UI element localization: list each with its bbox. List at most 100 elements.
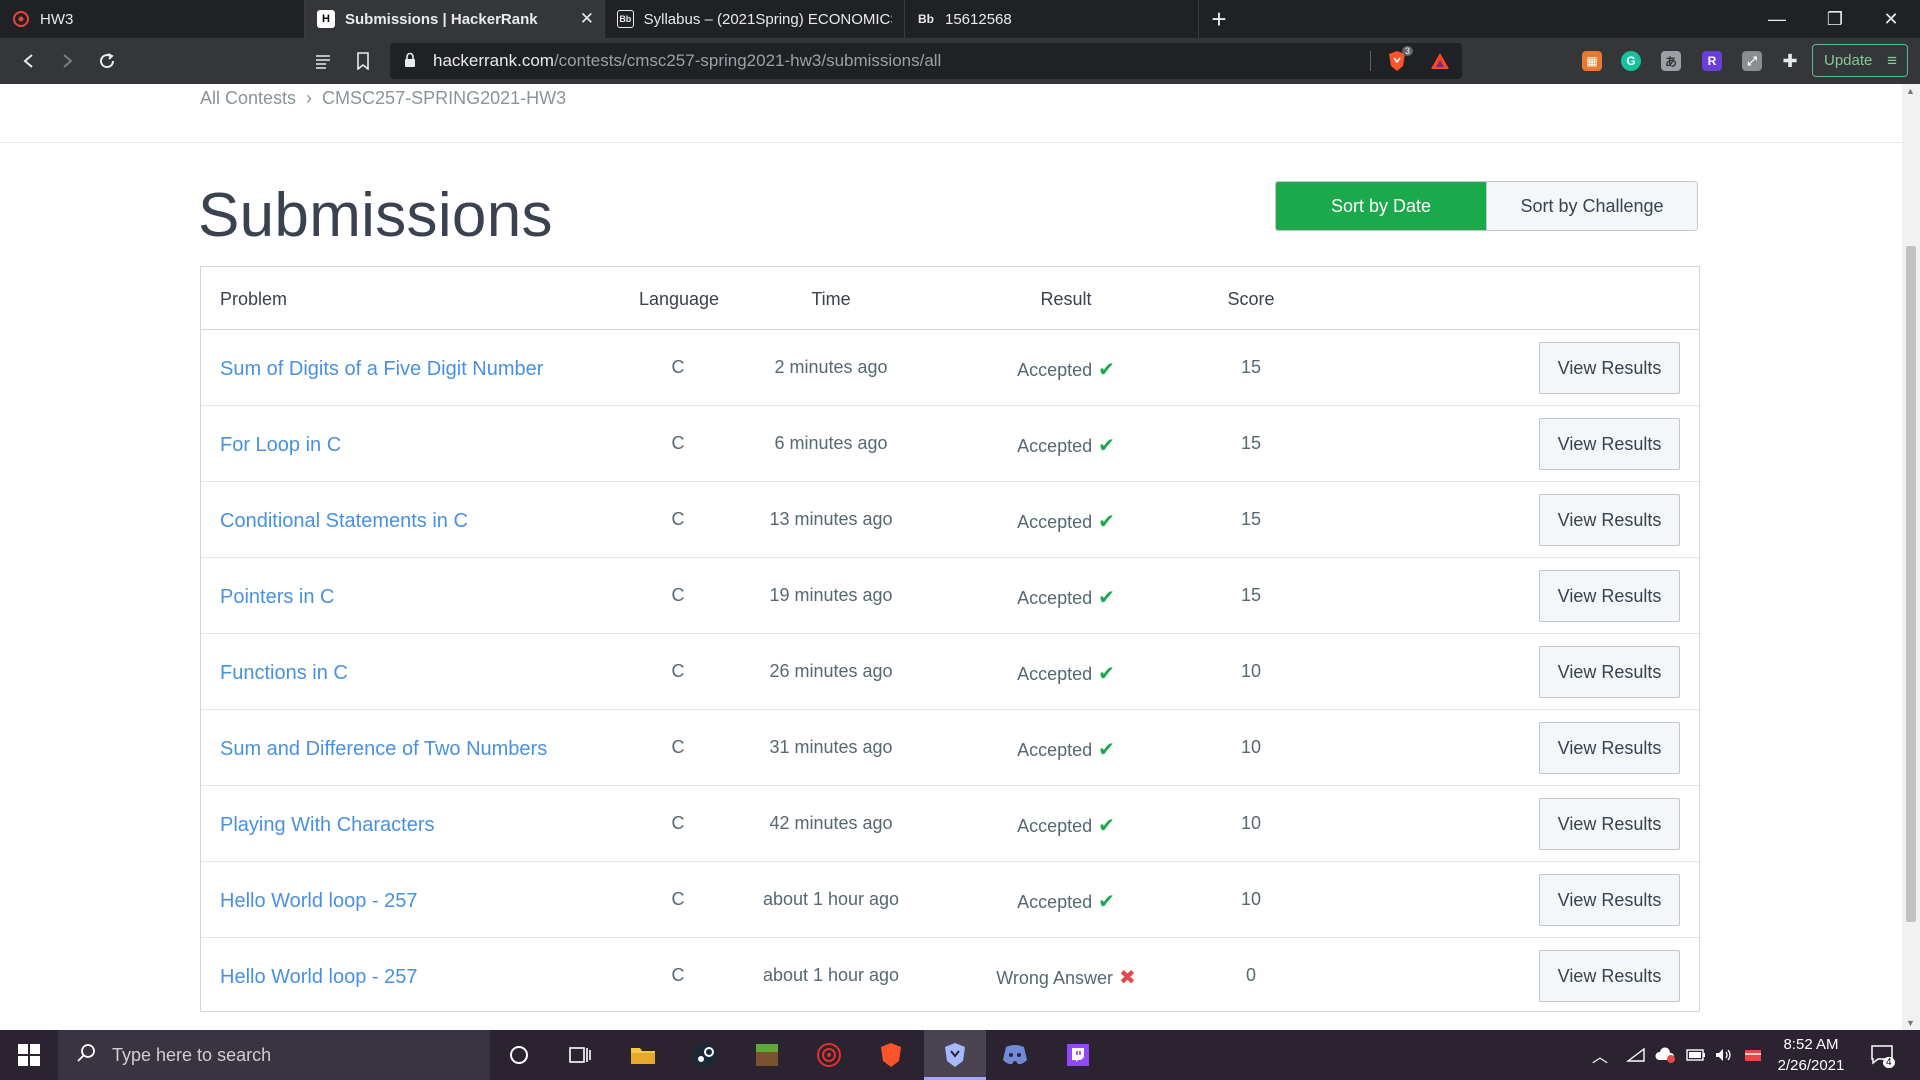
view-results-button[interactable]: View Results [1539, 494, 1680, 546]
reload-icon[interactable] [92, 46, 122, 76]
tab-blackboard-id[interactable]: Bb 15612568 [905, 0, 1199, 38]
breadcrumb-contest[interactable]: CMSC257-SPRING2021-HW3 [322, 88, 566, 109]
action-center-icon[interactable]: 4 [1870, 1030, 1895, 1080]
score-cell: 15 [1240, 585, 1262, 605]
language-cell: C [671, 737, 685, 757]
result-text: Accepted [1017, 740, 1093, 760]
cortana-icon[interactable] [504, 1040, 534, 1070]
windows-start-button[interactable] [0, 1030, 58, 1080]
close-tab-icon[interactable]: ✕ [580, 9, 594, 29]
scroll-down-icon[interactable]: ▼ [1906, 1018, 1915, 1028]
time-cell: about 1 hour ago [762, 965, 900, 985]
view-results-button[interactable]: View Results [1539, 874, 1680, 926]
url-text: hackerrank.com/contests/cmsc257-spring20… [433, 51, 942, 70]
onedrive-icon[interactable] [1654, 1030, 1676, 1080]
table-row: Hello World loop - 257 Cabout 1 hour ago W… [201, 938, 1699, 1014]
problem-link[interactable]: Sum of Digits of a Five Digit Number [220, 358, 543, 381]
checkmark-icon: ✔ [1098, 663, 1115, 685]
volume-icon[interactable] [1714, 1030, 1734, 1080]
show-hidden-icons-icon[interactable]: ︿ [1592, 1030, 1608, 1080]
table-body: Sum of Digits of a Five Digit Number C 2 m… [201, 330, 1699, 1014]
view-results-button[interactable]: View Results [1539, 570, 1680, 622]
view-results-button[interactable]: View Results [1539, 950, 1680, 1002]
forward-icon[interactable] [52, 46, 82, 76]
extensions-puzzle-icon[interactable]: ✚ [1780, 51, 1800, 71]
hw3-favicon-icon [12, 10, 30, 28]
tray-app-icon[interactable] [1744, 1030, 1762, 1080]
score-cell: 10 [1240, 737, 1262, 757]
problem-link[interactable]: Sum and Difference of Two Numbers [220, 738, 547, 761]
clock-time: 8:52 AM [1783, 1036, 1839, 1053]
task-view-icon[interactable] [565, 1040, 595, 1070]
grammarly-icon[interactable]: G [1621, 51, 1641, 71]
system-clock[interactable]: 8:52 AM 2/26/2021 [1766, 1034, 1856, 1076]
view-results-button[interactable]: View Results [1539, 342, 1680, 394]
problem-link[interactable]: Playing With Characters [220, 814, 435, 837]
table-row: Playing With Characters C 42 minutes ago Ac… [201, 786, 1699, 862]
page-scrollbar[interactable]: ▲ ▼ [1902, 84, 1920, 1030]
reader-mode-icon[interactable] [308, 46, 338, 76]
result-text: Wrong Answer [996, 968, 1113, 988]
address-bar[interactable]: hackerrank.com/contests/cmsc257-spring20… [390, 43, 1462, 79]
header-problem: Problem [220, 289, 288, 309]
problem-link[interactable]: Hello World loop - 257 [220, 890, 418, 913]
omnibox-divider [1370, 51, 1371, 71]
extension-purple-icon[interactable]: R [1702, 51, 1722, 71]
minimize-icon[interactable]: — [1748, 0, 1806, 38]
view-results-button[interactable]: View Results [1539, 798, 1680, 850]
steam-icon[interactable] [690, 1040, 720, 1070]
result-cell: Accepted ✔ [966, 889, 1166, 914]
new-tab-button[interactable]: + [1199, 0, 1239, 38]
sort-by-challenge-button[interactable]: Sort by Challenge [1486, 182, 1697, 230]
checkmark-icon: ✔ [1098, 511, 1115, 533]
view-results-button[interactable]: View Results [1539, 722, 1680, 774]
network-icon[interactable] [1626, 1030, 1646, 1080]
time-cell: 26 minutes ago [769, 661, 893, 681]
update-button[interactable]: Update ≡ [1812, 44, 1908, 77]
taskbar-search-box[interactable]: Type here to search [58, 1030, 490, 1080]
language-cell: C [671, 357, 685, 377]
target-app-icon[interactable] [814, 1040, 844, 1070]
extension-gray-icon[interactable]: ⤢ [1742, 51, 1762, 71]
browser-toolbar: hackerrank.com/contests/cmsc257-spring20… [0, 38, 1920, 84]
view-results-button[interactable]: View Results [1539, 418, 1680, 470]
file-explorer-icon[interactable] [628, 1040, 658, 1070]
result-cell: Accepted ✔ [966, 433, 1166, 458]
brave-rewards-icon[interactable] [1430, 51, 1450, 76]
minecraft-icon[interactable] [752, 1040, 782, 1070]
restore-icon[interactable]: ❐ [1806, 0, 1864, 38]
tab-submissions[interactable]: H Submissions | HackerRank ✕ [305, 0, 605, 38]
back-icon[interactable] [14, 46, 44, 76]
result-cell: Wrong Answer ✖ [966, 965, 1166, 990]
bookmark-icon[interactable] [348, 46, 378, 76]
extension-orange-icon[interactable]: ▦ [1582, 51, 1602, 71]
discord-icon[interactable] [1000, 1040, 1030, 1070]
scroll-up-icon[interactable]: ▲ [1906, 86, 1915, 96]
divider [0, 142, 1920, 143]
notification-count-badge: 4 [1883, 1057, 1895, 1068]
tab-syllabus[interactable]: Bb Syllabus – (2021Spring) ECONOMICS C [605, 0, 905, 38]
time-cell: 42 minutes ago [769, 813, 893, 833]
language-cell: C [671, 813, 685, 833]
brave-beta-icon[interactable] [940, 1040, 970, 1070]
battery-icon[interactable] [1686, 1030, 1706, 1080]
problem-link[interactable]: Hello World loop - 257 [220, 966, 418, 989]
twitch-icon[interactable] [1063, 1040, 1093, 1070]
problem-link[interactable]: For Loop in C [220, 434, 341, 457]
problem-link[interactable]: Functions in C [220, 662, 348, 685]
view-results-button[interactable]: View Results [1539, 646, 1680, 698]
problem-link[interactable]: Pointers in C [220, 586, 335, 609]
problem-link[interactable]: Conditional Statements in C [220, 510, 468, 533]
header-time: Time [811, 289, 851, 309]
scrollbar-thumb[interactable] [1906, 246, 1916, 922]
extension-translate-icon[interactable]: あ [1661, 51, 1681, 71]
breadcrumb-all-contests[interactable]: All Contests [200, 88, 296, 109]
result-text: Accepted [1017, 512, 1093, 532]
close-window-icon[interactable]: ✕ [1862, 0, 1920, 38]
language-cell: C [671, 509, 685, 529]
brave-browser-icon[interactable] [876, 1040, 906, 1070]
search-placeholder: Type here to search [112, 1044, 272, 1065]
table-header: Problem Language Time Result Score [201, 267, 1699, 330]
tab-hw3[interactable]: HW3 [0, 0, 305, 38]
sort-by-date-button[interactable]: Sort by Date [1276, 182, 1486, 230]
